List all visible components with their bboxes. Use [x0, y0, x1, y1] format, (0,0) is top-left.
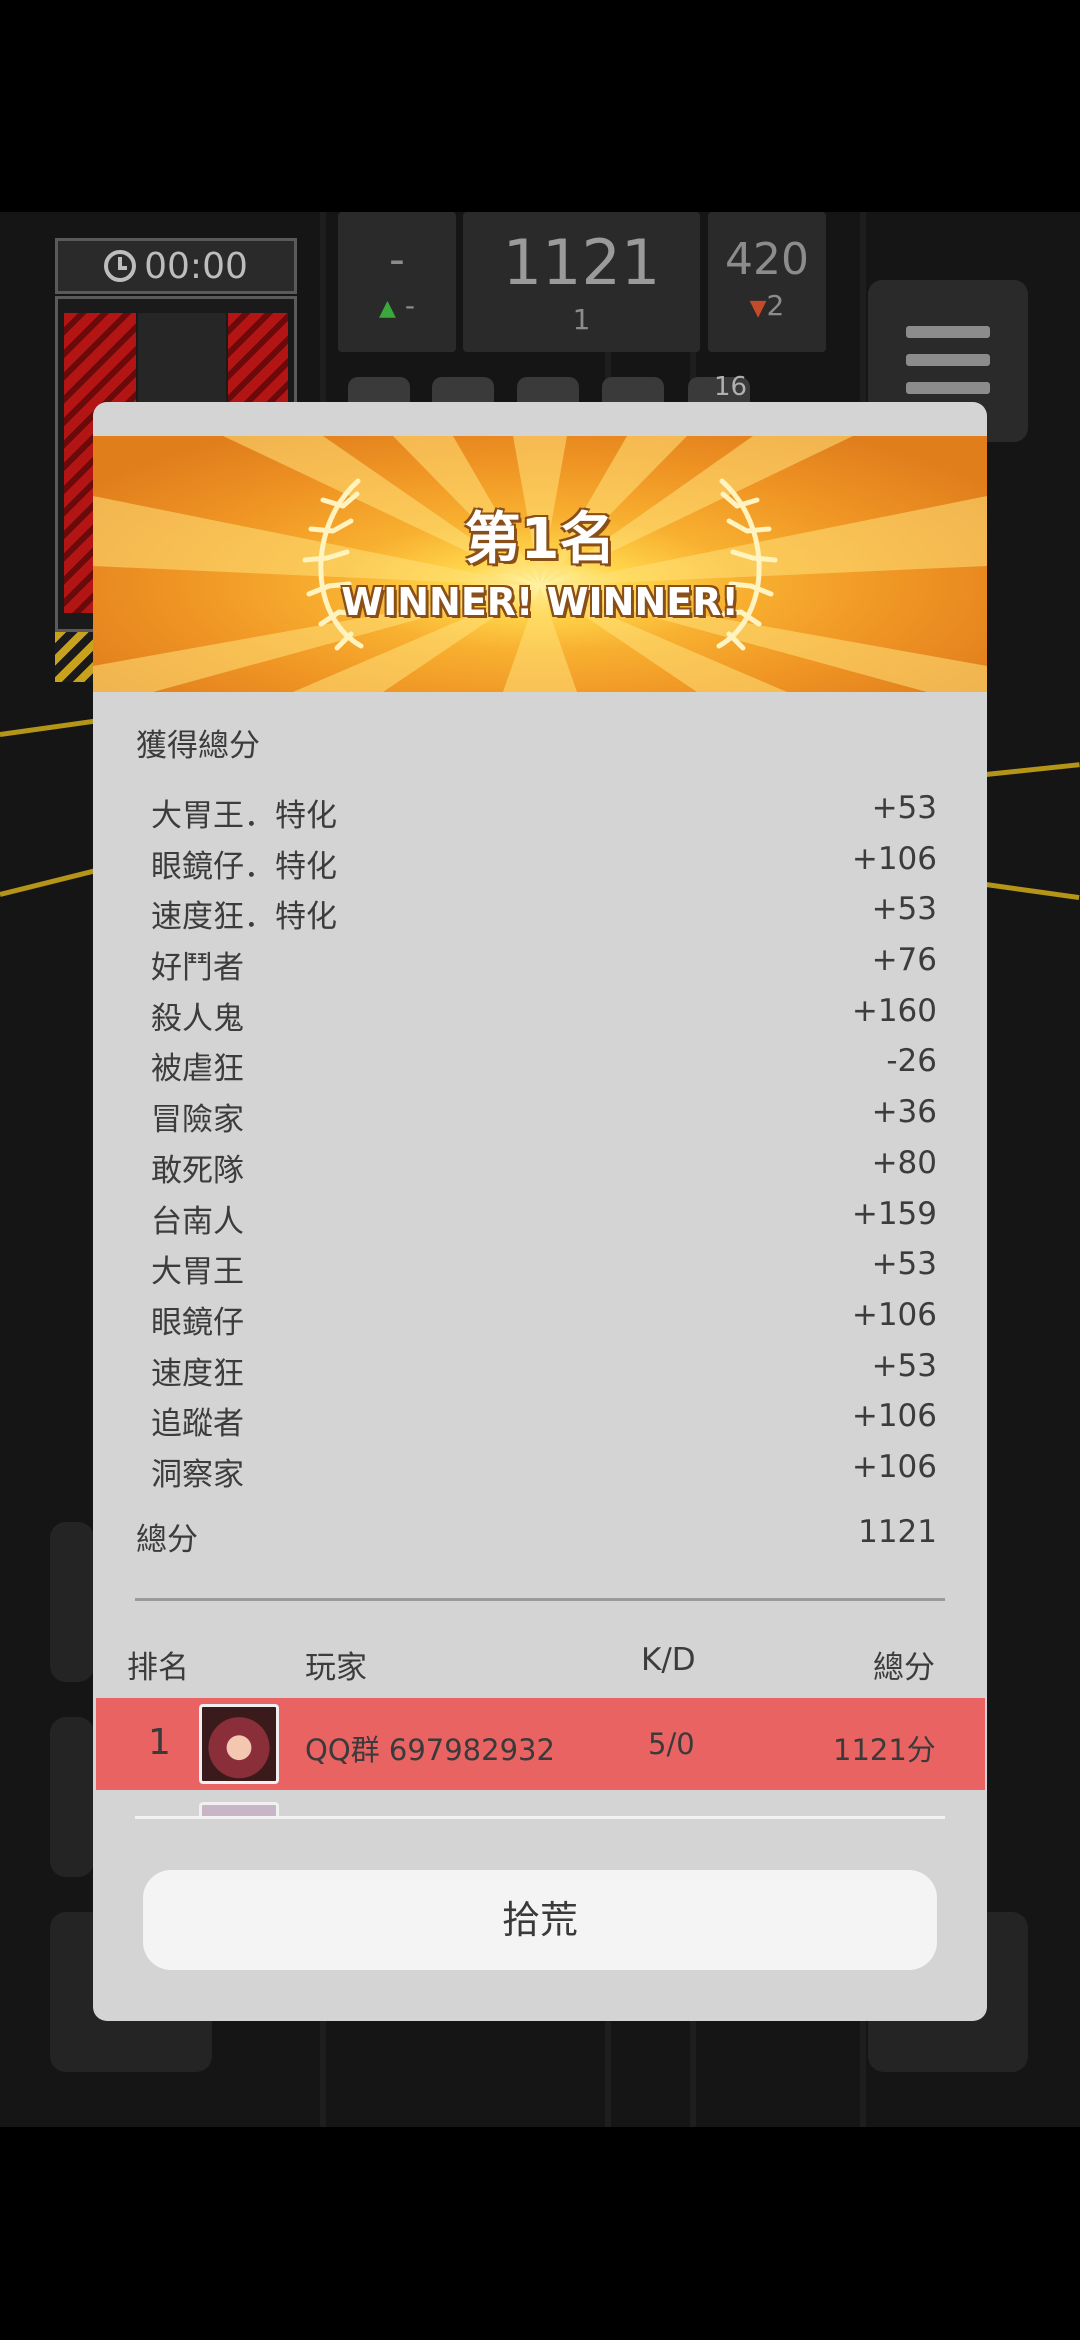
score-item-name: 追蹤者 — [151, 1406, 244, 1443]
score-item-row: 台南人 +159 — [93, 1190, 987, 1241]
timer-text: 00:00 — [144, 245, 248, 287]
rank-column-header: 排名 — [127, 1650, 189, 1686]
score-item-value: +76 — [871, 942, 937, 979]
coin-stat-sub: 2 — [766, 289, 785, 322]
side-button[interactable] — [50, 1717, 94, 1877]
score-column-header: 總分 — [873, 1650, 935, 1686]
score-item-name: 好鬥者 — [151, 950, 244, 987]
winner-banner: 第1名 WINNER! WINNER! — [93, 436, 987, 692]
laser-beam — [985, 882, 1080, 901]
score-item-row: 眼鏡仔．特化 +106 — [93, 835, 987, 886]
kill-stat-sub: - — [404, 289, 415, 322]
score-item-value: +53 — [871, 1347, 937, 1384]
ranking-row[interactable]: 1 QQ群 697982932 5/0 1121分 — [96, 1698, 985, 1790]
score-breakdown-list: 大胃王．特化 +53 眼鏡仔．特化 +106 速度狂．特化 +53 好鬥者 +76 殺人鬼 +16… — [93, 784, 987, 1494]
score-section-title: 獲得總分 — [136, 728, 260, 764]
score-item-row: 被虐狂 -26 — [93, 1037, 987, 1088]
score-item-name: 殺人鬼 — [151, 1000, 244, 1037]
menu-icon-bar — [906, 326, 990, 338]
score-item-row: 殺人鬼 +160 — [93, 987, 987, 1038]
score-item-row: 大胃王 +53 — [93, 1240, 987, 1291]
score-item-row: 眼鏡仔 +106 — [93, 1291, 987, 1342]
match-result-dialog: 第1名 WINNER! WINNER! 獲得總分 大胃王．特化 +53 眼鏡仔．特化… — [93, 402, 987, 2021]
score-stat-panel: 1121 1 — [463, 212, 700, 352]
total-score-row: 總分 1121 — [93, 1510, 987, 1560]
laser-beam — [0, 867, 98, 897]
coin-stat-panel: 420 ▼2 — [708, 212, 826, 352]
score-item-row: 好鬥者 +76 — [93, 936, 987, 987]
score-item-name: 敢死隊 — [151, 1152, 244, 1189]
menu-icon-bar — [906, 354, 990, 366]
clock-icon — [104, 250, 137, 282]
triangle-up-icon: ▲ — [379, 296, 396, 321]
score-item-value: +106 — [851, 1296, 937, 1333]
score-item-name: 速度狂 — [151, 1355, 244, 1392]
player-column-header: 玩家 — [305, 1650, 367, 1686]
score-item-row: 洞察家 +106 — [93, 1443, 987, 1494]
score-item-name: 大胃王．特化 — [151, 798, 337, 834]
skill-count: 16 — [714, 372, 748, 402]
divider — [135, 1598, 945, 1601]
score-item-name: 洞察家 — [151, 1456, 244, 1493]
score-item-value: +106 — [851, 840, 937, 877]
player-score: 1121分 — [833, 1733, 936, 1767]
score-stat-value: 1121 — [502, 226, 661, 299]
match-timer: 00:00 — [55, 238, 297, 294]
kill-stat-panel: - ▲ - — [338, 212, 456, 352]
score-item-row: 敢死隊 +80 — [93, 1139, 987, 1190]
score-item-name: 冒險家 — [151, 1102, 244, 1139]
score-item-value: -26 — [886, 1043, 937, 1080]
ranking-header: 排名 玩家 K/D 總分 — [93, 1642, 987, 1686]
score-item-row: 速度狂．特化 +53 — [93, 885, 987, 936]
score-item-row: 冒險家 +36 — [93, 1088, 987, 1139]
score-item-name: 台南人 — [151, 1203, 244, 1240]
score-item-name: 速度狂．特化 — [151, 899, 337, 936]
score-item-value: +36 — [871, 1094, 937, 1131]
laser-beam — [0, 718, 100, 737]
triangle-down-icon: ▼ — [749, 296, 767, 321]
score-item-name: 大胃王 — [151, 1254, 244, 1291]
player-avatar — [199, 1704, 279, 1784]
laser-beam — [985, 762, 1080, 777]
score-item-value: +53 — [871, 891, 937, 928]
score-item-value: +106 — [851, 1398, 937, 1435]
score-item-name: 眼鏡仔 — [151, 1304, 244, 1341]
kd-column-header: K/D — [641, 1642, 696, 1678]
score-item-value: +159 — [851, 1195, 937, 1232]
rank-title: 第1名 — [464, 507, 616, 572]
kill-stat-value: - — [389, 234, 405, 285]
score-stat-sub: 1 — [572, 303, 591, 336]
total-label: 總分 — [136, 1522, 198, 1558]
player-name: QQ群 697982932 — [305, 1733, 555, 1767]
score-item-value: +106 — [851, 1448, 937, 1485]
score-item-value: +80 — [871, 1144, 937, 1181]
total-value: 1121 — [858, 1514, 937, 1550]
player-kd: 5/0 — [648, 1727, 695, 1761]
score-item-row: 速度狂 +53 — [93, 1342, 987, 1393]
score-item-name: 眼鏡仔．特化 — [151, 848, 337, 885]
rank-number: 1 — [148, 1722, 171, 1763]
score-item-value: +53 — [871, 790, 937, 826]
side-button[interactable] — [50, 1522, 94, 1682]
winner-subtitle: WINNER! WINNER! — [341, 580, 739, 624]
score-item-value: +53 — [871, 1246, 937, 1283]
score-item-value: +160 — [851, 992, 937, 1029]
list-divider — [135, 1816, 945, 1819]
score-item-row: 大胃王．特化 +53 — [93, 784, 987, 835]
scavenge-button[interactable]: 拾荒 — [143, 1870, 937, 1970]
score-item-name: 被虐狂 — [151, 1051, 244, 1088]
hazard-stripe — [55, 632, 95, 682]
coin-stat-value: 420 — [725, 234, 809, 285]
menu-icon-bar — [906, 382, 990, 394]
score-item-row: 追蹤者 +106 — [93, 1392, 987, 1443]
